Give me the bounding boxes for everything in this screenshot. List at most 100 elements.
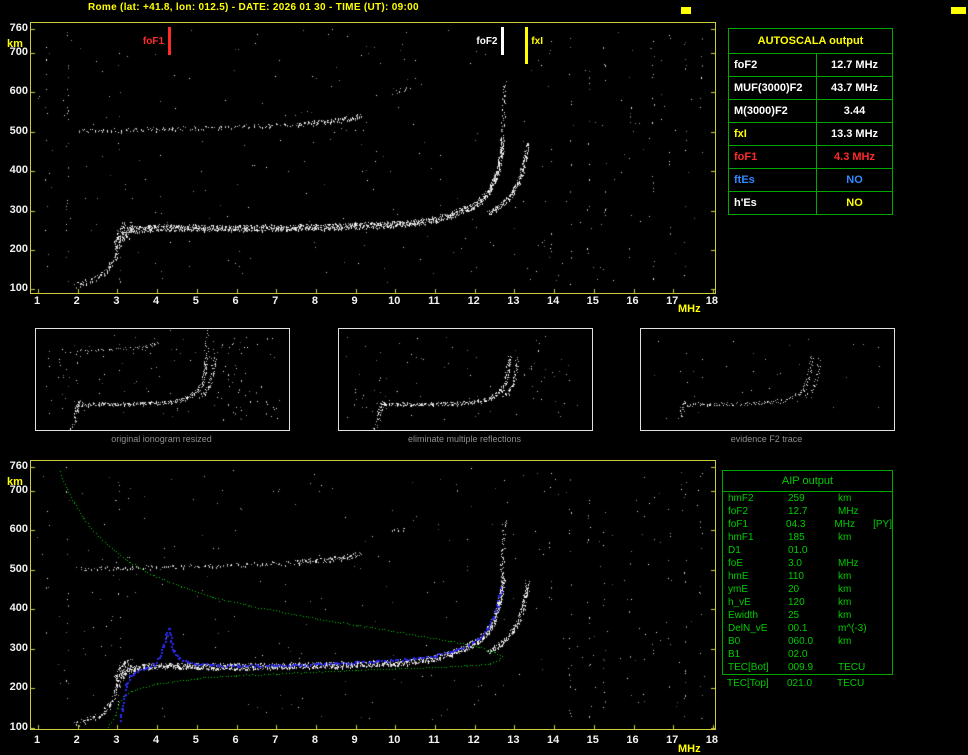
aip-row: DelN_vE 00.1 m^(-3) — [723, 622, 892, 635]
autoscala-row-label: M(3000)F2 — [729, 100, 817, 122]
aip-row-name: B1 — [728, 649, 741, 660]
x-axis-tick-label: 15 — [586, 734, 599, 746]
thumbnail-caption-f2-trace: evidence F2 trace — [730, 434, 803, 444]
aip-row-value: 01.0 — [788, 545, 808, 556]
y-axis-tick-label: 200 — [9, 242, 28, 255]
aip-row-extra — [878, 648, 892, 661]
top-ionogram-plot: foF1 foF2 fxI — [30, 22, 716, 294]
x-axis-tick-label: 14 — [546, 734, 560, 746]
top-ionogram-canvas — [31, 23, 715, 293]
x-axis-tick-label: 11 — [428, 734, 440, 746]
aip-row-extra — [878, 531, 892, 544]
aip-row-extra — [878, 609, 892, 622]
aip-row: foF2 12.7 MHz — [723, 505, 892, 518]
x-axis-tick-label: 4 — [153, 295, 160, 307]
header-yellow-chip-right — [951, 7, 966, 14]
foF2-marker-line — [501, 27, 505, 55]
aip-row: ymE 20 km — [723, 583, 892, 596]
thumbnail-original-ionogram — [35, 328, 290, 431]
x-axis-tick-label: 6 — [232, 295, 239, 307]
autoscala-row-label: MUF(3000)F2 — [729, 77, 817, 99]
aip-row-value: 185 — [788, 532, 805, 543]
autoscala-row-label: foF2 — [729, 54, 817, 76]
aip-row-value: 20 — [788, 584, 800, 595]
aip-row-extra — [878, 622, 892, 635]
aip-row-extra — [878, 557, 892, 570]
aip-row-name: B0 — [728, 636, 741, 647]
aip-row-name: hmF1 — [728, 532, 754, 543]
x-axis-tick-label: 8 — [311, 295, 318, 307]
autoscala-row-value: NO — [846, 197, 863, 209]
x-axis-tick-label: 9 — [351, 295, 358, 307]
aip-row-name: hmE — [728, 571, 749, 582]
thumbnail-f2-trace-canvas — [641, 329, 894, 430]
foF1-marker-line — [168, 27, 171, 55]
foF1-marker-label: foF1 — [129, 36, 164, 47]
x-axis-tick-label: 12 — [467, 295, 480, 307]
x-axis-tick-label: 7 — [272, 734, 279, 746]
x-axis-tick-label: 14 — [546, 295, 560, 307]
x-axis-tick-label: 3 — [113, 295, 120, 307]
thumbnail-no-multiples-canvas — [339, 329, 592, 430]
fxI-marker-label: fxI — [531, 36, 543, 47]
y-axis-unit-label: km — [7, 476, 23, 488]
aip-row-name: hmF2 — [728, 493, 754, 504]
x-axis-unit-label: MHz — [678, 743, 701, 755]
x-axis-tick-label: 13 — [507, 734, 520, 746]
aip-row-value: 00.1 — [788, 623, 808, 634]
y-axis-tick-label: 200 — [9, 681, 28, 694]
aip-row-unit: km — [838, 584, 852, 595]
x-axis-tick-label: 3 — [113, 734, 120, 746]
aip-row-unit — [838, 544, 878, 557]
aip-row-extra — [878, 635, 892, 648]
aip-row: hmE 110 km — [723, 570, 892, 583]
aip-row-value: 12.7 — [788, 506, 808, 517]
autoscala-row-value: NO — [846, 174, 863, 186]
x-axis-tick-label: 5 — [192, 734, 199, 746]
aip-row-name: ymE — [728, 584, 748, 595]
x-axis-unit-label: MHz — [678, 303, 701, 315]
aip-row: D1 01.0 — [723, 544, 892, 557]
x-axis-tick-label: 2 — [73, 734, 80, 746]
x-axis-tick-label: 11 — [428, 295, 440, 307]
aip-row-name: foF2 — [728, 506, 749, 517]
x-axis-tick-label: 1 — [33, 295, 41, 307]
y-axis-unit-label: km — [7, 38, 23, 50]
fxI-marker-line — [525, 27, 529, 64]
autoscala-row: foF1 4.3 MHz — [729, 146, 892, 169]
aip-row-unit: km — [838, 493, 852, 504]
aip-row: TEC[Top] 021.0 TECU — [722, 677, 891, 690]
aip-row-extra — [878, 583, 892, 596]
y-axis-tick-label: 760 — [9, 22, 28, 35]
bottom-ionogram-canvas — [31, 461, 715, 729]
aip-overflow-row: TEC[Top] 021.0 TECU — [722, 677, 891, 690]
x-axis-tick-label: 8 — [311, 734, 318, 746]
aip-row-value: 25 — [788, 610, 800, 621]
autoscala-row-value: 13.3 MHz — [830, 128, 879, 140]
autoscala-panel: AUTOSCALA output foF2 12.7 MHz MUF(3000)F2… — [728, 28, 893, 215]
aip-row-value: 060.0 — [788, 636, 814, 647]
aip-row: hmF1 185 km — [723, 531, 892, 544]
x-axis-tick-label: 2 — [73, 295, 80, 307]
aip-row: h_vE 120 km — [723, 596, 892, 609]
x-axis-tick-label: 18 — [705, 295, 719, 307]
aip-row-value: 110 — [788, 571, 804, 582]
aip-row-extra: [PY] — [873, 519, 892, 530]
aip-row-name: DelN_vE — [728, 623, 768, 634]
autoscala-row-value: 43.7 MHz — [830, 82, 879, 94]
aip-row-value: 04.3 — [786, 519, 806, 530]
autoscala-row: MUF(3000)F2 43.7 MHz — [729, 77, 892, 100]
aip-row: B0 060.0 km — [723, 635, 892, 648]
x-axis-tick-label: 5 — [192, 295, 199, 307]
x-axis-tick-label: 18 — [705, 734, 719, 746]
autoscala-row: h'Es NO — [729, 192, 892, 214]
aip-row: foF1 04.3 MHz [PY] — [723, 518, 892, 531]
autoscala-title: AUTOSCALA output — [729, 29, 892, 54]
aip-row-name: foE — [728, 558, 744, 569]
aip-row-extra — [878, 505, 892, 518]
y-axis-tick-label: 300 — [9, 203, 28, 216]
aip-row-extra — [878, 570, 892, 583]
app-window: { "header": { "title": "Rome (lat: +41.8… — [0, 0, 968, 755]
autoscala-row-value: 12.7 MHz — [830, 59, 879, 71]
autoscala-row: M(3000)F2 3.44 — [729, 100, 892, 123]
